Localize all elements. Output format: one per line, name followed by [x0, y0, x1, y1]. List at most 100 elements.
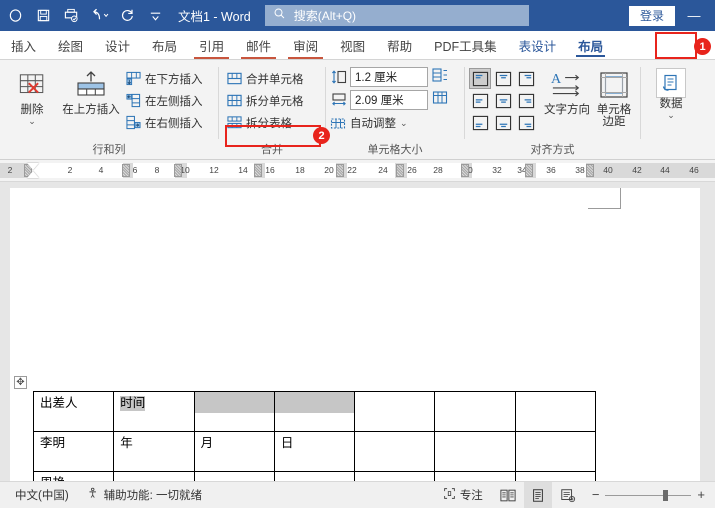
table-cell[interactable]: [354, 431, 436, 472]
align-middle-left-button[interactable]: [469, 90, 491, 111]
table-cell[interactable]: [514, 431, 597, 472]
insert-above-button[interactable]: 在上方插入: [60, 66, 122, 117]
distribute-columns-icon[interactable]: [432, 90, 448, 111]
table-move-handle[interactable]: ✥: [14, 376, 27, 389]
zoom-slider[interactable]: [605, 489, 692, 501]
table-cell-selected[interactable]: [193, 391, 275, 432]
tab-layout[interactable]: 布局: [141, 31, 188, 59]
tab-insert[interactable]: 插入: [0, 31, 47, 59]
column-width-value[interactable]: 2.09 厘米: [350, 90, 428, 110]
row-height-field[interactable]: 1.2 厘米: [330, 66, 428, 88]
horizontal-ruler[interactable]: 2 4 6 8 10 12 14 16 18 20 22 24 26 28 30…: [0, 160, 715, 182]
align-top-right-button[interactable]: [515, 68, 537, 89]
align-top-center-button[interactable]: [492, 68, 514, 89]
table-cell[interactable]: [514, 471, 597, 481]
table-cell[interactable]: [434, 391, 516, 432]
chevron-down-icon[interactable]: ⌄: [400, 118, 408, 127]
focus-mode-button[interactable]: 专注: [434, 482, 492, 508]
tab-stop-marker[interactable]: [525, 164, 533, 177]
table-cell[interactable]: 李明: [32, 431, 115, 472]
accessibility-indicator[interactable]: 辅助功能: 一切就绪: [78, 482, 211, 508]
tab-mailings[interactable]: 邮件: [235, 31, 282, 59]
tab-stop-marker[interactable]: [254, 164, 262, 177]
tab-stop-marker[interactable]: [336, 164, 344, 177]
tab-stop-marker[interactable]: [396, 164, 404, 177]
table-row[interactable]: 周艳: [32, 471, 597, 481]
table-cell[interactable]: [434, 431, 516, 472]
language-indicator[interactable]: 中文(中国): [6, 482, 78, 508]
row-height-value[interactable]: 1.2 厘米: [350, 67, 428, 87]
tab-stop-marker[interactable]: [122, 164, 130, 177]
print-layout-icon[interactable]: [523, 482, 552, 508]
zoom-control[interactable]: − +: [584, 488, 709, 501]
table-cell[interactable]: 年: [113, 431, 195, 472]
align-bottom-center-button[interactable]: [492, 112, 514, 133]
insert-left-button[interactable]: 在左侧插入: [122, 90, 206, 111]
document-canvas[interactable]: ✥ 出差人 时间 李明 年 月 日 周艳: [0, 182, 715, 481]
delete-button[interactable]: 删除 ⌄: [4, 66, 60, 126]
table-cell[interactable]: [273, 471, 356, 481]
tab-review[interactable]: 审阅: [282, 31, 329, 59]
tab-help[interactable]: 帮助: [376, 31, 423, 59]
insert-below-button[interactable]: 在下方插入: [122, 68, 206, 89]
align-bottom-left-button[interactable]: [469, 112, 491, 133]
table-cell[interactable]: [354, 471, 436, 481]
column-width-field[interactable]: 2.09 厘米: [330, 89, 428, 111]
merge-cells-button[interactable]: 合并单元格: [223, 68, 307, 89]
align-middle-right-button[interactable]: [515, 90, 537, 111]
autosave-icon[interactable]: [2, 4, 28, 28]
search-input[interactable]: 搜索(Alt+Q): [264, 5, 529, 26]
read-mode-icon[interactable]: [494, 482, 522, 508]
zoom-in-button[interactable]: +: [697, 488, 705, 501]
split-cells-button[interactable]: 拆分单元格: [223, 90, 307, 111]
cell-margins-button[interactable]: 单元格边距: [593, 66, 635, 128]
hanging-indent-marker[interactable]: [27, 171, 39, 178]
save-icon[interactable]: [30, 4, 56, 28]
table-row[interactable]: 出差人 时间: [32, 391, 597, 432]
distribute-rows-icon[interactable]: [432, 67, 448, 88]
table-cell[interactable]: [354, 391, 436, 432]
table-row[interactable]: 李明 年 月 日: [32, 431, 597, 472]
align-bottom-right-button[interactable]: [515, 112, 537, 133]
first-line-indent-marker[interactable]: [27, 163, 39, 170]
tab-pdf-toolkit[interactable]: PDF工具集: [423, 31, 508, 59]
table-cell[interactable]: [514, 391, 597, 432]
tab-layout-contextual[interactable]: 布局: [567, 31, 614, 59]
autofit-button[interactable]: 自动调整 ⌄: [330, 112, 411, 133]
web-layout-icon[interactable]: [554, 482, 582, 508]
chevron-down-icon[interactable]: ⌄: [667, 111, 675, 120]
data-button[interactable]: 数据 ⌄: [645, 66, 697, 120]
table-cell[interactable]: [434, 471, 516, 481]
table-cell[interactable]: 周艳: [32, 471, 115, 481]
redo-icon[interactable]: [114, 4, 140, 28]
tab-stop-marker[interactable]: [174, 164, 182, 177]
table-cell-selected[interactable]: 时间: [113, 391, 195, 432]
zoom-slider-thumb[interactable]: [663, 489, 669, 501]
table-cell[interactable]: 日: [273, 431, 356, 472]
tab-design[interactable]: 设计: [94, 31, 141, 59]
sign-in-button[interactable]: 登录: [628, 5, 675, 26]
align-middle-center-button[interactable]: [492, 90, 514, 111]
table-cell-selected[interactable]: [273, 391, 356, 432]
print-preview-icon[interactable]: [58, 4, 84, 28]
split-table-button[interactable]: 拆分表格: [223, 112, 307, 133]
table-cell[interactable]: [193, 471, 275, 481]
align-top-left-button[interactable]: [469, 68, 491, 89]
tab-stop-marker[interactable]: [586, 164, 594, 177]
tab-table-design[interactable]: 表设计: [508, 31, 568, 59]
text-direction-button[interactable]: A 文字方向: [541, 66, 593, 117]
table-cell[interactable]: [113, 471, 195, 481]
zoom-out-button[interactable]: −: [592, 488, 600, 501]
tab-stop-marker[interactable]: [461, 164, 469, 177]
customize-qat-icon[interactable]: [142, 4, 168, 28]
tab-references[interactable]: 引用: [188, 31, 235, 59]
insert-right-button[interactable]: 在右侧插入: [122, 112, 206, 133]
chevron-down-icon[interactable]: ⌄: [28, 117, 36, 126]
minimize-button[interactable]: —: [681, 4, 707, 28]
table-cell[interactable]: 出差人: [32, 391, 115, 432]
tab-draw[interactable]: 绘图: [47, 31, 94, 59]
document-table[interactable]: 出差人 时间 李明 年 月 日 周艳: [32, 391, 597, 481]
tab-view[interactable]: 视图: [329, 31, 376, 59]
table-cell[interactable]: 月: [193, 431, 275, 472]
undo-icon[interactable]: [86, 4, 112, 28]
